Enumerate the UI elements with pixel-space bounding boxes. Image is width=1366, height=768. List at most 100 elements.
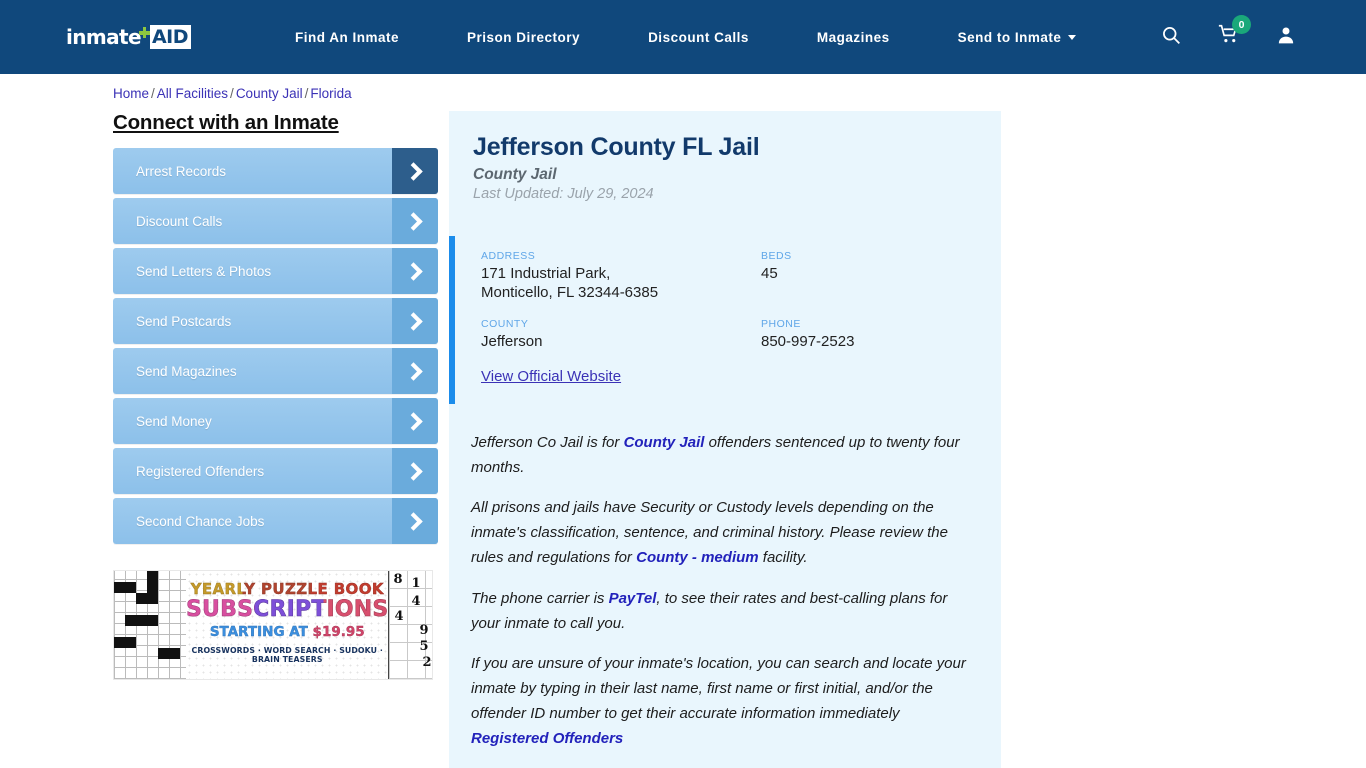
nav-item-send-to-inmate[interactable]: Send to Inmate (924, 30, 1111, 45)
breadcrumb-item-all-facilities[interactable]: All Facilities (157, 86, 228, 101)
county-value: Jefferson (481, 333, 543, 351)
chevron-right-icon (392, 448, 438, 494)
chevron-right-icon (392, 498, 438, 544)
address-value-line1: 171 Industrial Park, (481, 265, 611, 282)
county-field: COUNTY Jefferson (481, 318, 761, 351)
beds-field: BEDS 45 (761, 250, 1001, 302)
sidebar-item-label: Registered Offenders (136, 463, 265, 479)
facility-card: Jefferson County FL Jail County Jail Las… (449, 111, 1001, 768)
sudoku-digit: 9 (419, 623, 429, 638)
facility-info-panel: ADDRESS 171 Industrial Park, Monticello,… (449, 236, 1001, 404)
sidebar-item-send-postcards[interactable]: Send Postcards (113, 298, 438, 344)
county-label: COUNTY (481, 318, 529, 331)
phone-label: PHONE (761, 318, 801, 331)
search-icon[interactable] (1161, 25, 1181, 50)
chevron-right-icon (392, 348, 438, 394)
page-body: Home / All Facilities / County Jail / Florida … (0, 74, 1366, 768)
main-nav: Find An Inmate Prison Directory Discount… (261, 30, 1110, 45)
page-title: Jefferson County FL Jail (473, 133, 760, 161)
facility-header: Jefferson County FL Jail County Jail Las… (449, 133, 1001, 202)
sidebar-item-send-letters-photos[interactable]: Send Letters & Photos (113, 248, 438, 294)
plus-leaf-icon (138, 27, 150, 38)
facility-type: County Jail (473, 166, 557, 183)
breadcrumb-item-florida[interactable]: Florida (310, 86, 351, 101)
user-account-icon[interactable] (1276, 25, 1296, 50)
chevron-right-icon (392, 398, 438, 444)
breadcrumb-separator: / (151, 86, 155, 101)
sidebar-item-label: Send Money (136, 413, 212, 429)
sidebar-item-label: Discount Calls (136, 213, 223, 229)
sidebar-item-label: Second Chance Jobs (136, 513, 265, 529)
breadcrumb-item-county-jail[interactable]: County Jail (236, 86, 303, 101)
sidebar: Connect with an Inmate Arrest Records Di… (113, 101, 438, 768)
sudoku-grid-graphic: 8 1 4 4 9 5 2 (388, 571, 432, 679)
nav-item-find-an-inmate[interactable]: Find An Inmate (261, 30, 433, 45)
site-header: inmate AID Find An Inmate Prison Directo… (0, 0, 1366, 74)
nav-item-magazines[interactable]: Magazines (783, 30, 924, 45)
sidebar-item-discount-calls[interactable]: Discount Calls (113, 198, 438, 244)
ad-text-block: YEARLY PUZZLE BOOK SUBSCRIPTIONS STARTIN… (186, 571, 389, 679)
sidebar-item-send-money[interactable]: Send Money (113, 398, 438, 444)
site-logo[interactable]: inmate AID (66, 22, 192, 52)
breadcrumb-item-home[interactable]: Home (113, 86, 149, 101)
breadcrumb-separator: / (230, 86, 234, 101)
sudoku-digit: 5 (419, 639, 429, 654)
sidebar-title: Connect with an Inmate (113, 111, 339, 134)
main-content: Jefferson County FL Jail County Jail Las… (449, 101, 1001, 768)
sidebar-item-label: Send Magazines (136, 363, 237, 379)
chevron-right-icon (392, 198, 438, 244)
sidebar-item-label: Arrest Records (136, 163, 227, 179)
beds-label: BEDS (761, 250, 792, 262)
sudoku-digit: 8 (393, 572, 403, 587)
address-label: ADDRESS (481, 250, 536, 262)
chevron-right-icon (392, 248, 438, 294)
sidebar-item-label: Send Letters & Photos (136, 263, 272, 279)
nav-item-prison-directory[interactable]: Prison Directory (433, 30, 614, 45)
description-paragraph-3: The phone carrier is PayTel, to see thei… (471, 586, 975, 636)
desc-p2-text-b: facility. (758, 549, 808, 567)
sidebar-item-registered-offenders[interactable]: Registered Offenders (113, 448, 438, 494)
view-official-website-link[interactable]: View Official Website (481, 368, 621, 385)
breadcrumb: Home / All Facilities / County Jail / Florida (0, 74, 1366, 101)
sudoku-digit: 2 (422, 655, 432, 670)
logo-aid-badge: AID (149, 25, 192, 49)
content-columns: Connect with an Inmate Arrest Records Di… (0, 101, 1366, 768)
ad-price-line: STARTING AT $19.95 (186, 624, 388, 640)
ad-categories-line: CROSSWORDS · WORD SEARCH · SUDOKU · BRAI… (191, 646, 383, 665)
facility-info-grid: ADDRESS 171 Industrial Park, Monticello,… (481, 250, 1001, 352)
desc-p3-text-a: The phone carrier is (471, 589, 609, 607)
cart-icon[interactable]: 0 (1218, 15, 1251, 50)
desc-p1-link-county-jail[interactable]: County Jail (624, 434, 705, 451)
nav-item-discount-calls[interactable]: Discount Calls (614, 30, 783, 45)
last-updated-text: Last Updated: July 29, 2024 (473, 186, 654, 202)
phone-value: 850-997-2523 (761, 333, 855, 351)
ad-headline-line1: YEARLY PUZZLE BOOK (186, 580, 388, 598)
beds-value: 45 (761, 265, 778, 282)
desc-p4-text-a: If you are unsure of your inmate's locat… (471, 654, 966, 723)
facility-description: Jefferson Co Jail is for County Jail off… (449, 430, 1001, 752)
description-paragraph-2: All prisons and jails have Security or C… (471, 495, 975, 571)
puzzle-book-ad-banner[interactable]: YEARLY PUZZLE BOOK SUBSCRIPTIONS STARTIN… (113, 570, 433, 680)
sidebar-item-label: Send Postcards (136, 313, 232, 329)
desc-p1-text-a: Jefferson Co Jail is for (471, 433, 624, 451)
sidebar-item-send-magazines[interactable]: Send Magazines (113, 348, 438, 394)
ad-headline-line2: SUBSCRIPTIONS (186, 597, 389, 622)
cart-count-badge: 0 (1232, 15, 1251, 34)
desc-p3-link-paytel[interactable]: PayTel (609, 590, 657, 607)
phone-field: PHONE 850-997-2523 (761, 318, 1001, 351)
sudoku-digit: 4 (394, 609, 404, 624)
logo-wordmark: inmate (66, 25, 142, 49)
desc-p4-link-registered-offenders[interactable]: Registered Offenders (471, 730, 623, 747)
chevron-right-icon (392, 148, 438, 194)
sidebar-item-arrest-records[interactable]: Arrest Records (113, 148, 438, 194)
sudoku-digit: 4 (411, 594, 421, 609)
desc-p2-link-county-medium[interactable]: County - medium (636, 549, 759, 566)
sidebar-item-second-chance-jobs[interactable]: Second Chance Jobs (113, 498, 438, 544)
address-value-line2: Monticello, FL 32344-6385 (481, 284, 659, 302)
description-paragraph-1: Jefferson Co Jail is for County Jail off… (471, 430, 975, 480)
description-paragraph-4: If you are unsure of your inmate's locat… (471, 651, 975, 752)
chevron-right-icon (392, 298, 438, 344)
header-icon-group: 0 (1161, 0, 1296, 74)
crossword-grid-graphic (114, 571, 186, 679)
sudoku-digit: 1 (411, 576, 421, 591)
